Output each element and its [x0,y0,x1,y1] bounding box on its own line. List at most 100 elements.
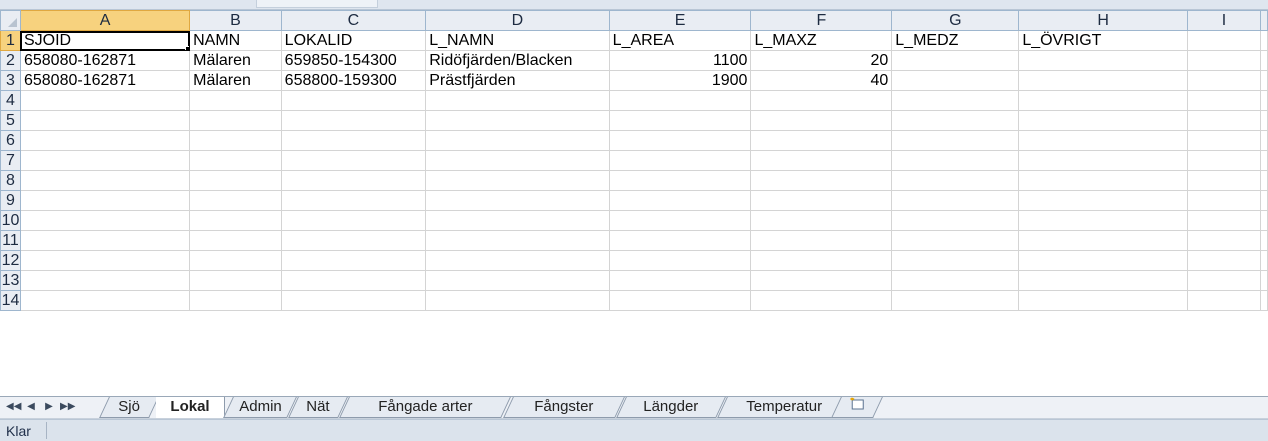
cell-h6[interactable] [1018,130,1188,151]
cell-e10[interactable] [608,210,752,231]
sheet-tab-temperatur[interactable]: Temperatur [717,397,851,418]
cell-b3[interactable]: Mälaren [189,70,282,91]
cell-blank[interactable] [1260,150,1268,171]
column-header-f[interactable]: F [750,10,893,31]
cell-b6[interactable] [189,130,282,151]
column-header-d[interactable]: D [425,10,610,31]
cell-b7[interactable] [189,150,282,171]
cell-blank[interactable] [1260,110,1268,131]
cell-b14[interactable] [189,290,282,311]
cell-g11[interactable] [891,230,1020,251]
cell-d14[interactable] [425,290,610,311]
cell-i3[interactable] [1186,70,1262,91]
cell-e1[interactable]: L_AREA [608,30,752,51]
cell-a3[interactable]: 658080-162871 [19,70,191,91]
row-header[interactable]: 2 [0,50,21,71]
next-sheet-button[interactable]: ▶ [42,400,56,414]
column-header-e[interactable]: E [608,10,752,31]
cell-blank[interactable] [1260,70,1268,91]
cell-blank[interactable] [1260,170,1268,191]
cell-d13[interactable] [425,270,610,291]
cell-e7[interactable] [608,150,752,171]
cell-e13[interactable] [608,270,752,291]
first-sheet-button[interactable]: ◀◀ [6,400,21,414]
cell-d3[interactable]: Prästfjärden [425,70,610,91]
column-header-b[interactable]: B [189,10,282,31]
cell-a14[interactable] [19,290,191,311]
cell-a1[interactable]: SJÖID [19,30,191,51]
cell-a11[interactable] [19,230,191,251]
cell-f9[interactable] [750,190,893,211]
cell-i10[interactable] [1186,210,1262,231]
cell-c7[interactable] [280,150,427,171]
cell-g8[interactable] [891,170,1020,191]
cell-b12[interactable] [189,250,282,271]
cell-f6[interactable] [750,130,893,151]
cell-b9[interactable] [189,190,282,211]
cell-g9[interactable] [891,190,1020,211]
cell-e4[interactable] [608,90,752,111]
cell-h2[interactable] [1018,50,1188,71]
cell-c11[interactable] [280,230,427,251]
cell-i2[interactable] [1186,50,1262,71]
column-header-h[interactable]: H [1018,10,1188,31]
cell-a9[interactable] [19,190,191,211]
cell-i4[interactable] [1186,90,1262,111]
cell-e14[interactable] [608,290,752,311]
cell-i13[interactable] [1186,270,1262,291]
cell-g12[interactable] [891,250,1020,271]
sheet-tab-nät[interactable]: Nät [288,397,348,418]
cell-c6[interactable] [280,130,427,151]
cell-f7[interactable] [750,150,893,171]
column-header-c[interactable]: C [280,10,427,31]
cell-d1[interactable]: L_NAMN [425,30,610,51]
cell-f4[interactable] [750,90,893,111]
cell-blank[interactable] [1260,210,1268,231]
row-header[interactable]: 14 [0,290,21,311]
sheet-tab-lokal[interactable]: Lokal [156,397,225,418]
cell-blank[interactable] [1260,30,1268,51]
cell-a12[interactable] [19,250,191,271]
cell-d10[interactable] [425,210,610,231]
cell-e6[interactable] [608,130,752,151]
insert-sheet-button[interactable] [831,397,883,418]
cell-g14[interactable] [891,290,1020,311]
column-header-a[interactable]: A [19,10,191,31]
cell-c2[interactable]: 659850-154300 [280,50,427,71]
cell-b13[interactable] [189,270,282,291]
cell-h10[interactable] [1018,210,1188,231]
sheet-tab-sjö[interactable]: Sjö [99,397,159,418]
cell-g10[interactable] [891,210,1020,231]
cell-c3[interactable]: 658800-159300 [280,70,427,91]
cell-e3[interactable]: 1900 [608,70,752,91]
cell-i11[interactable] [1186,230,1262,251]
cell-f13[interactable] [750,270,893,291]
cell-c13[interactable] [280,270,427,291]
cell-i7[interactable] [1186,150,1262,171]
column-header-g[interactable]: G [891,10,1020,31]
cell-blank[interactable] [1260,50,1268,71]
cell-b5[interactable] [189,110,282,131]
cell-f14[interactable] [750,290,893,311]
cell-d8[interactable] [425,170,610,191]
last-sheet-button[interactable]: ▶▶ [60,400,75,414]
sheet-tab-fångster[interactable]: Fångster [503,397,625,418]
cell-i6[interactable] [1186,130,1262,151]
row-header[interactable]: 12 [0,250,21,271]
cell-h12[interactable] [1018,250,1188,271]
cell-a8[interactable] [19,170,191,191]
cell-a4[interactable] [19,90,191,111]
cell-g7[interactable] [891,150,1020,171]
cell-i5[interactable] [1186,110,1262,131]
row-header[interactable]: 9 [0,190,21,211]
cell-b2[interactable]: Mälaren [189,50,282,71]
row-header[interactable]: 3 [0,70,21,91]
cell-h1[interactable]: L_ÖVRIGT [1018,30,1188,51]
sheet-tab-fångade-arter[interactable]: Fångade arter [339,397,511,418]
select-all-button[interactable] [0,10,21,31]
cell-blank[interactable] [1260,130,1268,151]
cell-c12[interactable] [280,250,427,271]
cell-d11[interactable] [425,230,610,251]
cell-b1[interactable]: NAMN [189,30,282,51]
cell-b4[interactable] [189,90,282,111]
